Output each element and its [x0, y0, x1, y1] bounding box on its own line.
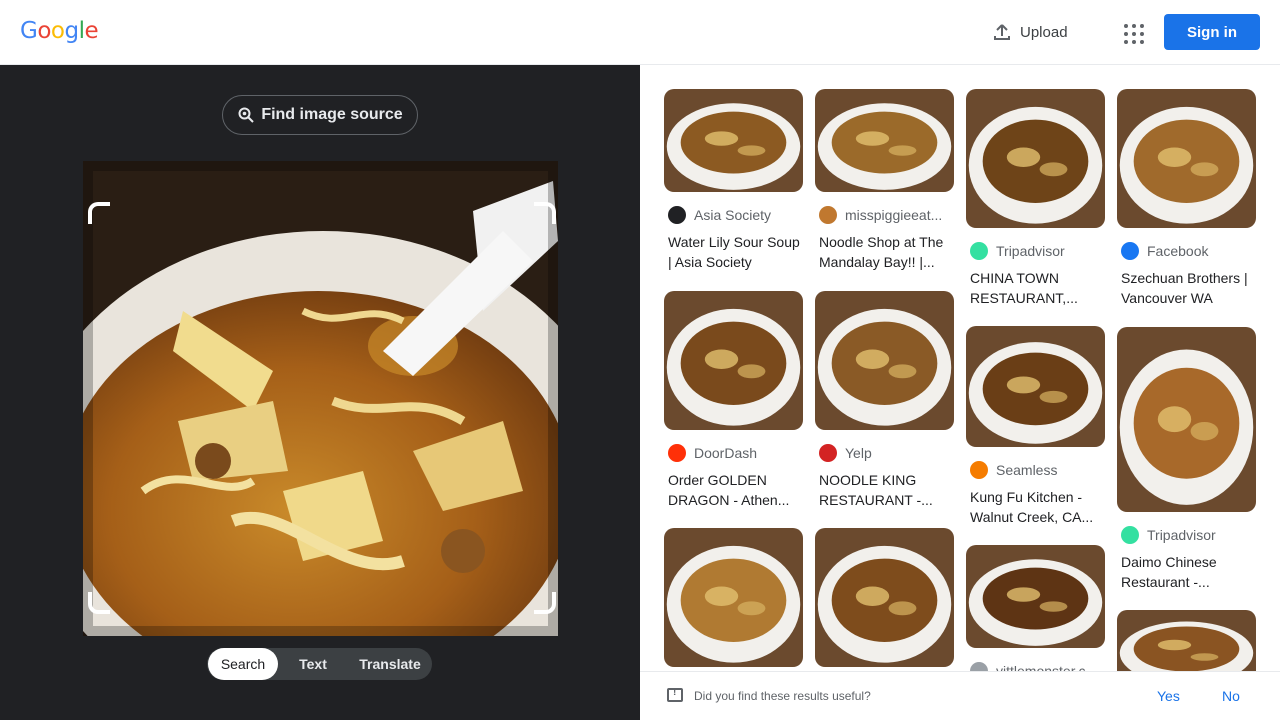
- result-card[interactable]: Tripadvisor CHINA TOWN RESTAURANT,...: [966, 89, 1105, 308]
- result-source[interactable]: Tripadvisor: [970, 242, 1105, 260]
- result-source-name: DoorDash: [694, 445, 758, 461]
- result-source[interactable]: Seamless: [970, 461, 1105, 479]
- find-image-source-label: Find image source: [261, 106, 403, 123]
- tab-translate[interactable]: Translate: [348, 648, 432, 680]
- result-source[interactable]: Asia Society: [668, 206, 803, 224]
- result-title[interactable]: Order GOLDEN DRAGON - Athen...: [668, 470, 803, 510]
- result-card[interactable]: [1117, 610, 1256, 671]
- result-source[interactable]: DoorDash: [668, 444, 803, 462]
- result-thumbnail[interactable]: [966, 326, 1105, 447]
- result-title[interactable]: Szechuan Brothers | Vancouver WA: [1121, 268, 1256, 308]
- tab-text[interactable]: Text: [278, 648, 348, 680]
- crop-handle-top-left[interactable]: [88, 202, 110, 224]
- tripadvisor-icon: [1121, 526, 1139, 544]
- result-source[interactable]: yittlemonster.c...: [970, 662, 1105, 671]
- crop-handle-bottom-left[interactable]: [88, 592, 110, 614]
- visual-matches-grid: Asia Society Water Lily Sour Soup | Asia …: [640, 65, 1280, 671]
- result-title[interactable]: NOODLE KING RESTAURANT -...: [819, 470, 954, 510]
- yelp-icon: [819, 444, 837, 462]
- result-thumbnail[interactable]: [966, 545, 1105, 648]
- seamless-icon: [970, 461, 988, 479]
- result-thumbnail[interactable]: [966, 89, 1105, 228]
- result-card[interactable]: [664, 528, 803, 667]
- result-thumbnail[interactable]: [664, 89, 803, 192]
- result-card[interactable]: Seamless Kung Fu Kitchen - Walnut Creek, …: [966, 326, 1105, 527]
- result-thumbnail[interactable]: [815, 291, 954, 430]
- result-source-name: misspiggieeat...: [845, 207, 943, 223]
- result-source[interactable]: misspiggieeat...: [819, 206, 954, 224]
- result-card[interactable]: DoorDash Order GOLDEN DRAGON - Athen...: [664, 291, 803, 510]
- doordash-icon: [668, 444, 686, 462]
- logo-letter: o: [50, 18, 65, 44]
- lens-mode-tabs: Search Text Translate: [207, 648, 432, 680]
- upload-icon: [994, 24, 1010, 40]
- logo-letter: e: [84, 18, 99, 44]
- result-thumbnail[interactable]: [815, 89, 954, 192]
- crop-handle-bottom-right[interactable]: [534, 592, 556, 614]
- result-source-name: yittlemonster.c...: [996, 663, 1098, 671]
- result-source[interactable]: Tripadvisor: [1121, 526, 1256, 544]
- feedback-icon: [667, 687, 683, 702]
- result-card[interactable]: yittlemonster.c...: [966, 545, 1105, 671]
- google-logo[interactable]: Google: [20, 18, 99, 44]
- result-thumbnail[interactable]: [1117, 610, 1256, 671]
- site-icon: [970, 662, 988, 671]
- feedback-no-button[interactable]: No: [1222, 688, 1240, 704]
- top-bar: Google Upload Sign in: [0, 0, 1280, 65]
- result-card[interactable]: Facebook Szechuan Brothers | Vancouver WA: [1117, 89, 1256, 308]
- result-source-name: Asia Society: [694, 207, 772, 223]
- result-thumbnail[interactable]: [664, 528, 803, 667]
- result-title[interactable]: Kung Fu Kitchen - Walnut Creek, CA...: [970, 487, 1105, 527]
- tab-search[interactable]: Search: [208, 648, 278, 680]
- result-title[interactable]: Water Lily Sour Soup | Asia Society: [668, 232, 803, 272]
- result-thumbnail[interactable]: [1117, 327, 1256, 512]
- crop-handle-top-right[interactable]: [534, 202, 556, 224]
- result-thumbnail[interactable]: [815, 528, 954, 667]
- result-title[interactable]: CHINA TOWN RESTAURANT,...: [970, 268, 1105, 308]
- result-title[interactable]: Noodle Shop at The Mandalay Bay!! |...: [819, 232, 954, 272]
- result-thumbnail[interactable]: [664, 291, 803, 430]
- cat-icon: [668, 206, 686, 224]
- find-image-source-button[interactable]: Find image source: [222, 95, 418, 135]
- upload-label: Upload: [1020, 23, 1068, 41]
- result-source-name: Tripadvisor: [996, 243, 1065, 259]
- feedback-question: Did you find these results useful?: [694, 689, 871, 703]
- result-title[interactable]: Daimo Chinese Restaurant -...: [1121, 552, 1256, 592]
- piggie-icon: [819, 206, 837, 224]
- feedback-yes-button[interactable]: Yes: [1157, 688, 1180, 704]
- apps-grid-icon[interactable]: [1120, 20, 1144, 44]
- sign-in-button[interactable]: Sign in: [1164, 14, 1260, 50]
- result-source-name: Tripadvisor: [1147, 527, 1216, 543]
- feedback-bar: Did you find these results useful? Yes N…: [640, 671, 1280, 720]
- result-source-name: Facebook: [1147, 243, 1209, 259]
- result-source-name: Seamless: [996, 462, 1058, 478]
- logo-letter: G: [20, 18, 38, 44]
- upload-button[interactable]: Upload: [992, 20, 1068, 44]
- result-thumbnail[interactable]: [1117, 89, 1256, 228]
- result-source-name: Yelp: [845, 445, 872, 461]
- lens-search-icon: [238, 107, 255, 123]
- lens-image-panel: Find image source Search Text Translate: [0, 65, 640, 720]
- query-image[interactable]: [83, 161, 558, 636]
- logo-letter: g: [64, 18, 79, 44]
- tripadvisor-icon: [970, 242, 988, 260]
- result-card[interactable]: Asia Society Water Lily Sour Soup | Asia …: [664, 89, 803, 272]
- result-card[interactable]: [815, 528, 954, 667]
- result-source[interactable]: Yelp: [819, 444, 954, 462]
- logo-letter: o: [37, 18, 51, 44]
- facebook-icon: [1121, 242, 1139, 260]
- result-card[interactable]: Yelp NOODLE KING RESTAURANT -...: [815, 291, 954, 510]
- result-card[interactable]: Tripadvisor Daimo Chinese Restaurant -...: [1117, 327, 1256, 592]
- result-source[interactable]: Facebook: [1121, 242, 1256, 260]
- result-card[interactable]: misspiggieeat... Noodle Shop at The Manda…: [815, 89, 954, 272]
